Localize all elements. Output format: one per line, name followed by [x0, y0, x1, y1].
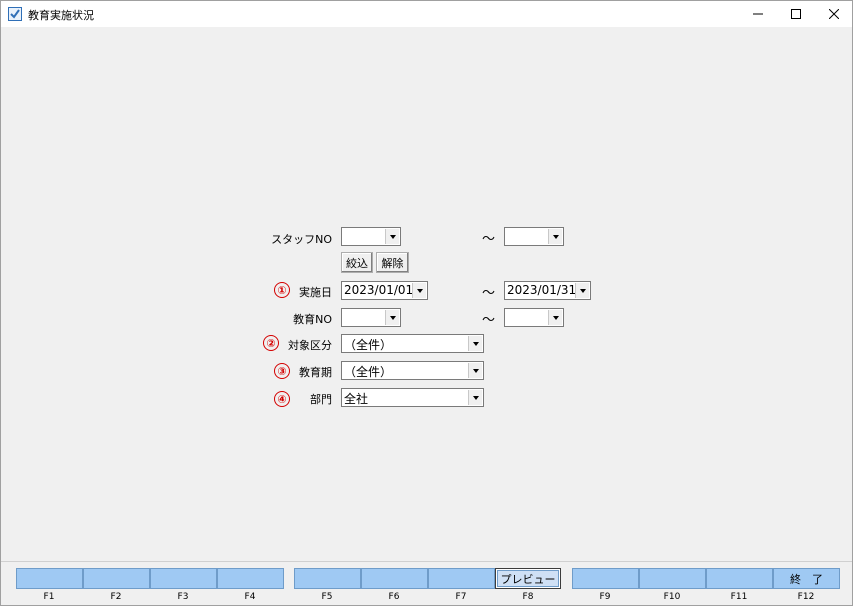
- staff-no-label: スタッフNO: [271, 233, 332, 246]
- dropdown-arrow-icon: [548, 310, 562, 325]
- date-from-select[interactable]: 2023/01/01: [341, 281, 428, 300]
- dropdown-arrow-icon: [468, 390, 482, 405]
- f5-button[interactable]: [294, 568, 361, 589]
- dropdown-arrow-icon: [468, 336, 482, 351]
- education-no-to-select[interactable]: [504, 308, 564, 327]
- f2-caption: F2: [110, 592, 122, 602]
- f4-caption: F4: [244, 592, 256, 602]
- minimize-icon: [753, 13, 763, 15]
- f1-button[interactable]: [16, 568, 83, 589]
- staff-no-to-select[interactable]: [504, 227, 564, 246]
- dropdown-arrow-icon: [385, 310, 399, 325]
- filter-apply-button[interactable]: 絞込: [341, 252, 373, 273]
- close-icon: [829, 9, 839, 19]
- department-value: 全社: [344, 392, 369, 406]
- date-to-value: 2023/01/31: [507, 283, 577, 297]
- range-separator: ～: [482, 232, 496, 247]
- education-period-label: 教育期: [299, 366, 332, 379]
- dropdown-arrow-icon: [412, 283, 426, 298]
- f7-caption: F7: [455, 592, 467, 602]
- f10-button[interactable]: [639, 568, 706, 589]
- f6-caption: F6: [388, 592, 400, 602]
- f4-button[interactable]: [217, 568, 284, 589]
- range-separator: ～: [482, 313, 496, 328]
- f1-caption: F1: [43, 592, 55, 602]
- target-category-label: 対象区分: [288, 339, 332, 352]
- f8-caption: F8: [522, 592, 534, 602]
- f11-button[interactable]: [706, 568, 773, 589]
- target-category-select[interactable]: （全件）: [341, 334, 484, 353]
- education-period-select[interactable]: （全件）: [341, 361, 484, 380]
- exit-button[interactable]: 終 了: [773, 568, 840, 589]
- filter-clear-button[interactable]: 解除: [376, 252, 409, 273]
- function-bar-divider: [1, 561, 852, 562]
- staff-no-from-select[interactable]: [341, 227, 401, 246]
- preview-button[interactable]: プレビュー: [495, 568, 561, 589]
- f3-caption: F3: [177, 592, 189, 602]
- f9-caption: F9: [599, 592, 611, 602]
- f10-caption: F10: [663, 592, 681, 602]
- f3-button[interactable]: [150, 568, 217, 589]
- education-no-from-select[interactable]: [341, 308, 401, 327]
- date-to-select[interactable]: 2023/01/31: [504, 281, 591, 300]
- main-window: 教育実施状況 スタッフNO ～ 絞込 解除 ① 実施日 2023/01/01 ～…: [0, 0, 853, 606]
- f6-button[interactable]: [361, 568, 428, 589]
- title-bar: 教育実施状況: [1, 1, 852, 27]
- date-label: 実施日: [299, 286, 332, 299]
- dropdown-arrow-icon: [468, 363, 482, 378]
- f2-button[interactable]: [83, 568, 150, 589]
- f11-caption: F11: [730, 592, 748, 602]
- education-period-value: （全件）: [344, 365, 393, 379]
- f7-button[interactable]: [428, 568, 495, 589]
- target-category-value: （全件）: [344, 338, 393, 352]
- department-select[interactable]: 全社: [341, 388, 484, 407]
- f5-caption: F5: [321, 592, 333, 602]
- range-separator: ～: [482, 286, 496, 301]
- f12-caption: F12: [797, 592, 815, 602]
- f9-button[interactable]: [572, 568, 639, 589]
- dropdown-arrow-icon: [575, 283, 589, 298]
- dropdown-arrow-icon: [385, 229, 399, 244]
- department-label: 部門: [310, 393, 332, 406]
- date-from-value: 2023/01/01: [344, 283, 414, 297]
- maximize-icon: [791, 9, 801, 19]
- window-title: 教育実施状況: [28, 9, 94, 22]
- dropdown-arrow-icon: [548, 229, 562, 244]
- education-no-label: 教育NO: [293, 313, 332, 326]
- app-check-icon: [8, 7, 22, 21]
- close-button[interactable]: [812, 1, 852, 27]
